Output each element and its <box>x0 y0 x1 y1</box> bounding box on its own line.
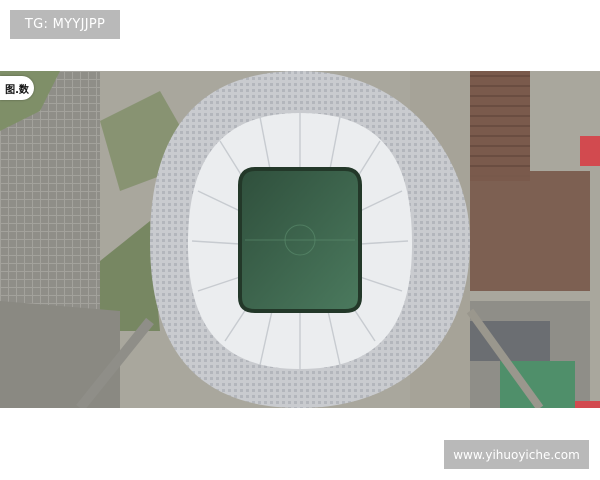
corner-badge: 图.数 <box>0 76 34 100</box>
tg-label: TG: MYYJJPP <box>10 10 120 39</box>
site-watermark: www.yihuoyiche.com <box>444 440 589 469</box>
aerial-stadium-photo <box>0 71 600 408</box>
